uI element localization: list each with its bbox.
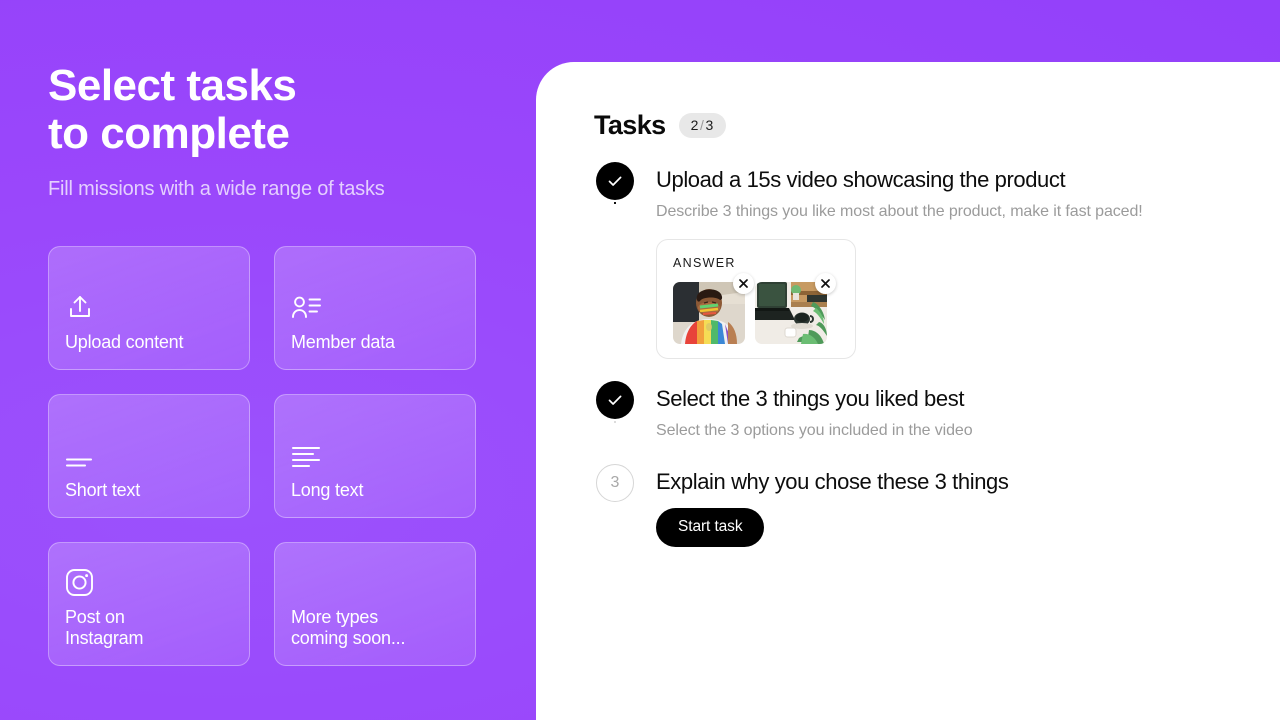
task-type-card-member-data[interactable]: Member data bbox=[274, 246, 476, 370]
task-status-pending[interactable]: 3 bbox=[596, 464, 634, 502]
desk-laptop-thumbnail[interactable] bbox=[755, 282, 827, 344]
task-title: Upload a 15s video showcasing the produc… bbox=[656, 167, 1066, 192]
upload-icon bbox=[65, 290, 233, 322]
task-bullet-column bbox=[594, 162, 636, 204]
task-type-label: Short text bbox=[65, 480, 141, 500]
task-type-label: Upload content bbox=[65, 332, 184, 352]
remove-thumbnail-button[interactable] bbox=[733, 273, 754, 294]
short-text-icon bbox=[65, 438, 233, 470]
step-number: 3 bbox=[610, 474, 620, 491]
check-icon bbox=[608, 395, 622, 405]
timeline-connector bbox=[614, 421, 616, 423]
counter-total: 3 bbox=[705, 117, 714, 133]
desk-laptop-image bbox=[755, 282, 827, 344]
counter-completed: 2 bbox=[690, 117, 699, 133]
task-type-label: Member data bbox=[291, 332, 395, 352]
task-description: Describe 3 things you like most about th… bbox=[656, 203, 1143, 220]
answer-label: ANSWER bbox=[673, 256, 736, 270]
task-row[interactable]: Select the 3 things you liked best Selec… bbox=[594, 381, 1280, 464]
start-task-button[interactable]: Start task bbox=[656, 508, 765, 547]
answer-thumbnail-item[interactable] bbox=[673, 273, 754, 344]
task-row[interactable]: Upload a 15s video showcasing the produc… bbox=[594, 162, 1280, 381]
task-title: Select the 3 things you liked best bbox=[656, 386, 965, 411]
long-text-icon bbox=[291, 438, 459, 470]
promo-column: Select tasks to complete Fill missions w… bbox=[0, 0, 536, 720]
counter-separator: / bbox=[699, 117, 705, 133]
task-body: Select the 3 things you liked best Selec… bbox=[656, 381, 1280, 464]
task-type-card-upload-content[interactable]: Upload content bbox=[48, 246, 250, 370]
task-type-card-long-text[interactable]: Long text bbox=[274, 394, 476, 518]
timeline-connector bbox=[614, 202, 616, 204]
tasks-panel: Tasks 2/3 Upload a 15s video showcasing … bbox=[536, 62, 1280, 720]
task-type-card-more-types: More types coming soon... bbox=[274, 542, 476, 666]
panel-title: Tasks bbox=[594, 110, 666, 140]
task-type-grid: Upload content Member data Short text Lo… bbox=[48, 246, 488, 666]
page-title: Select tasks to complete bbox=[48, 61, 297, 158]
task-type-label: Post on Instagram bbox=[65, 607, 144, 648]
task-type-card-short-text[interactable]: Short text bbox=[48, 394, 250, 518]
task-bullet-column: 3 bbox=[594, 464, 636, 502]
instagram-icon bbox=[65, 565, 233, 597]
close-icon bbox=[821, 279, 830, 288]
task-body: Explain why you chose these 3 things Sta… bbox=[656, 464, 1280, 569]
task-type-label: More types coming soon... bbox=[291, 607, 406, 648]
selfie-portrait-thumbnail[interactable] bbox=[673, 282, 745, 344]
answer-thumbnail-item[interactable] bbox=[755, 273, 836, 344]
task-row[interactable]: 3 Explain why you chose these 3 things S… bbox=[594, 464, 1280, 569]
task-type-label: Long text bbox=[291, 480, 364, 500]
answer-card: ANSWER bbox=[656, 239, 856, 359]
task-description: Select the 3 options you included in the… bbox=[656, 422, 973, 439]
task-type-card-post-on-instagram[interactable]: Post on Instagram bbox=[48, 542, 250, 666]
panel-header: Tasks 2/3 bbox=[594, 110, 1280, 141]
page-subtitle: Fill missions with a wide range of tasks bbox=[48, 178, 385, 200]
task-title: Explain why you chose these 3 things bbox=[656, 469, 1009, 494]
selfie-portrait-image bbox=[673, 282, 745, 344]
remove-thumbnail-button[interactable] bbox=[815, 273, 836, 294]
task-status-complete[interactable] bbox=[596, 162, 634, 200]
task-counter-badge: 2/3 bbox=[678, 113, 726, 138]
task-status-complete[interactable] bbox=[596, 381, 634, 419]
task-bullet-column bbox=[594, 381, 636, 423]
member-data-icon bbox=[291, 290, 459, 322]
task-body: Upload a 15s video showcasing the produc… bbox=[656, 162, 1280, 381]
check-icon bbox=[608, 176, 622, 186]
close-icon bbox=[739, 279, 748, 288]
answer-thumbnail-row bbox=[673, 273, 839, 344]
task-list: Upload a 15s video showcasing the produc… bbox=[594, 162, 1280, 569]
